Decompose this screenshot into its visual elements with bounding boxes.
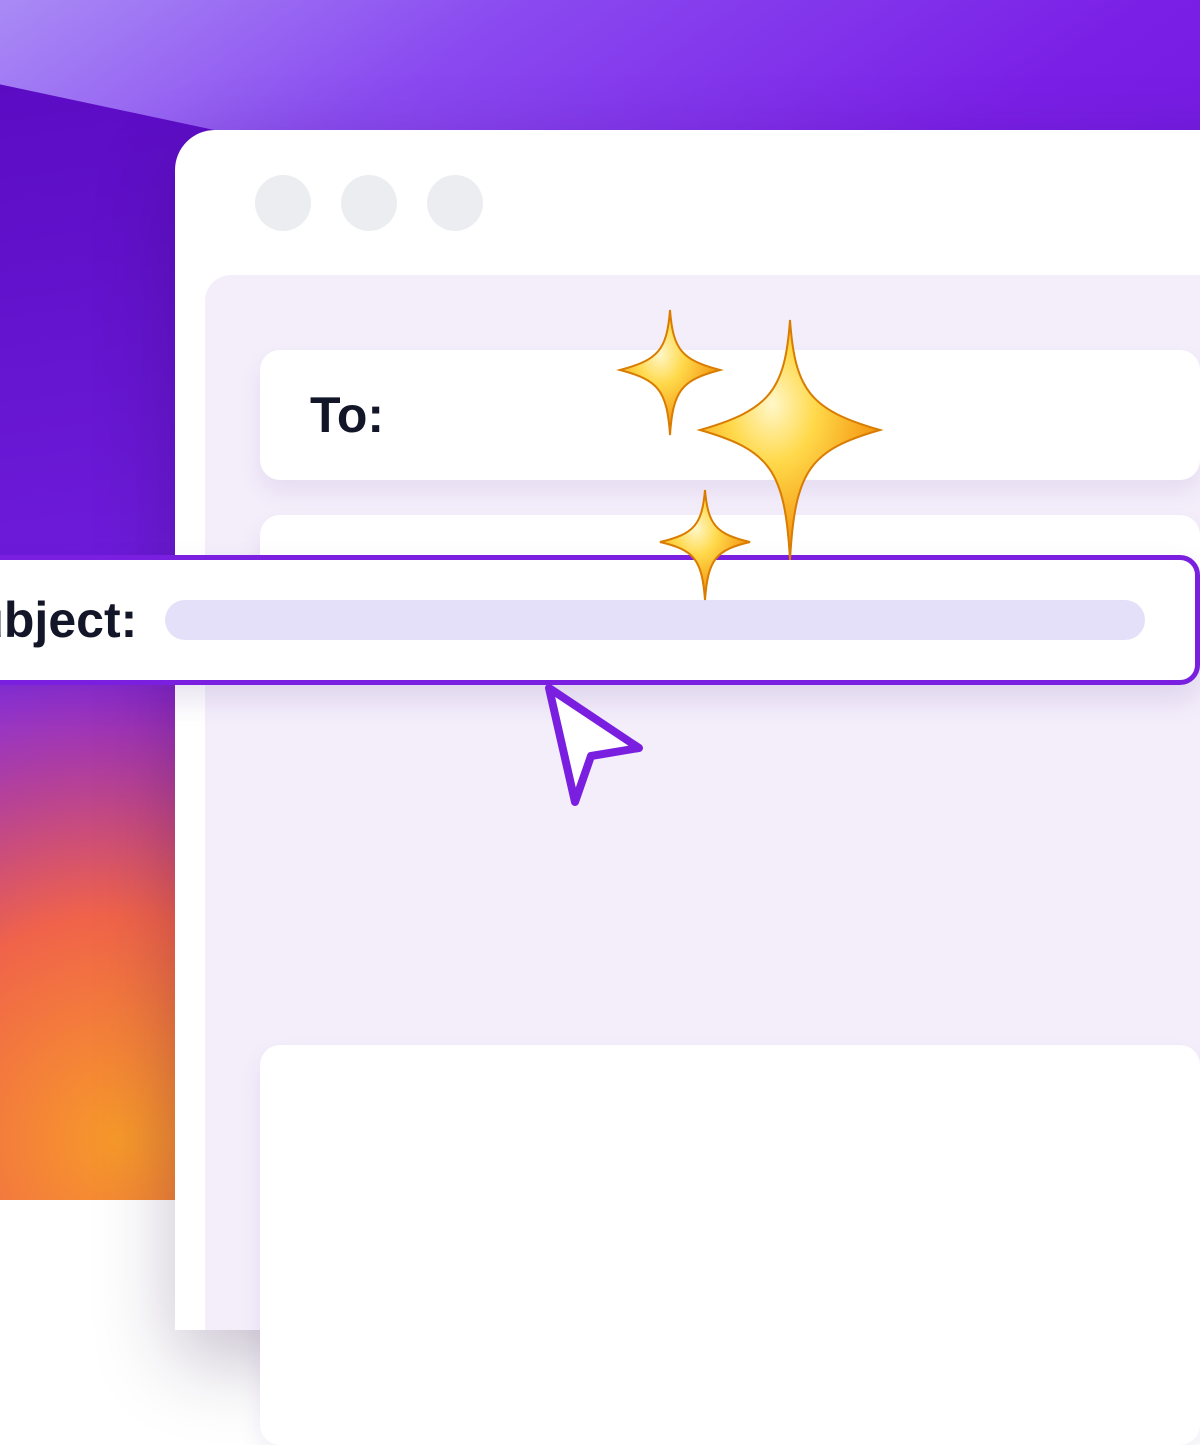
message-body[interactable] xyxy=(260,1045,1200,1445)
compose-content: To: Cc: xyxy=(205,275,1200,1330)
to-label: To: xyxy=(310,386,384,444)
window-titlebar xyxy=(175,130,1200,275)
subject-field[interactable]: Subject: xyxy=(0,555,1200,685)
window-control-close[interactable] xyxy=(255,175,311,231)
window-control-zoom[interactable] xyxy=(427,175,483,231)
compose-window: To: Cc: xyxy=(175,130,1200,1330)
subject-input-placeholder[interactable] xyxy=(165,600,1145,640)
to-field[interactable]: To: xyxy=(260,350,1200,480)
subject-label: Subject: xyxy=(0,591,137,649)
window-control-minimize[interactable] xyxy=(341,175,397,231)
